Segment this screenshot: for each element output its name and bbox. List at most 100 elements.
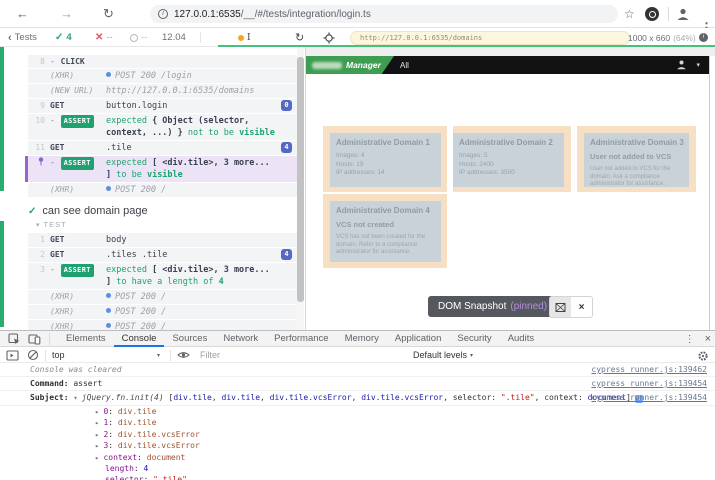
device-toolbar-icon[interactable]: [28, 333, 41, 345]
command-row[interactable]: (XHR)POST 200 /: [28, 183, 297, 197]
tab-network[interactable]: Network: [215, 331, 266, 347]
tab-console[interactable]: Console: [114, 331, 165, 347]
close-icon: ×: [579, 302, 585, 313]
tab-performance[interactable]: Performance: [266, 331, 336, 347]
cypress-reporter: 8- CLICK(XHR)POST 200 /login(NEW URL)htt…: [0, 47, 306, 330]
nav-tab-all[interactable]: All: [400, 61, 409, 70]
back-to-tests-button[interactable]: ‹ Tests: [8, 28, 37, 47]
extension-icon[interactable]: [645, 7, 659, 21]
devtools-menu-kebab-icon[interactable]: ⋮: [685, 334, 695, 345]
command-row[interactable]: 9GETbutton.login0: [28, 99, 297, 113]
assert-chip: ASSERT: [61, 264, 94, 277]
snapshot-unpin-button[interactable]: ×: [571, 297, 592, 317]
frame-context-select[interactable]: top ▾: [52, 350, 164, 360]
collapse-caret-icon: ▾: [36, 221, 40, 229]
profile-avatar-icon[interactable]: [676, 7, 690, 21]
command-method: (XHR): [50, 184, 106, 195]
command-row[interactable]: - ASSERTexpected [ <div.tile>, 3 more...…: [25, 156, 297, 182]
live-expression-eye-icon[interactable]: [177, 350, 190, 360]
preview-top-gap: [306, 47, 715, 56]
command-row[interactable]: (XHR)POST 200 /: [28, 320, 297, 330]
console-sidebar-toggle-icon[interactable]: [6, 350, 19, 361]
console-filter-input[interactable]: [200, 350, 405, 360]
snapshot-highlight-toggle[interactable]: [550, 297, 571, 317]
restart-tests-icon[interactable]: ↻: [295, 31, 304, 44]
bookmark-star-icon[interactable]: ☆: [624, 0, 635, 28]
page-info-icon[interactable]: i: [158, 9, 168, 19]
command-row[interactable]: 10- ASSERTexpected { Object (selector, c…: [28, 114, 297, 140]
command-message: expected [ <div.tile>, 3 more... ] to be…: [106, 157, 297, 181]
inspect-element-icon[interactable]: [8, 333, 20, 345]
command-number: 10: [28, 115, 50, 126]
command-row[interactable]: 2GET.tiles .tile4: [28, 248, 297, 262]
forward-icon[interactable]: →: [60, 0, 73, 28]
reporter-scrollbar-thumb[interactable]: [297, 57, 304, 302]
command-row[interactable]: 8- CLICK: [28, 55, 297, 68]
console-row[interactable]: ▸ 0: div.tile: [0, 406, 715, 418]
console-settings-gear-icon[interactable]: [697, 350, 709, 362]
domain-tile-vcs-error[interactable]: Administrative Domain 3 User not added t…: [584, 133, 689, 187]
tab-audits[interactable]: Audits: [500, 331, 542, 347]
tab-sources[interactable]: Sources: [164, 331, 215, 347]
snapshot-controls: ×: [549, 296, 593, 318]
console-row[interactable]: ▸ context: document: [0, 452, 715, 464]
console-row[interactable]: ▸ 2: div.tile.vcsError: [0, 429, 715, 441]
source-link[interactable]: cypress_runner.js:139462: [591, 365, 707, 374]
domain-tile[interactable]: Administrative Domain 2 Images: 5 Hosts:…: [453, 133, 564, 187]
command-message: POST 200 /: [106, 184, 297, 196]
command-message: POST 200 /: [106, 321, 297, 330]
domain-tile-vcs-error[interactable]: Administrative Domain 4 VCS not created …: [330, 201, 441, 262]
command-row[interactable]: (XHR)POST 200 /: [28, 290, 297, 304]
command-method: (XHR): [50, 321, 106, 330]
tab-elements[interactable]: Elements: [58, 331, 114, 347]
command-row[interactable]: (XHR)POST 200 /: [28, 305, 297, 319]
command-number: 2: [28, 249, 50, 260]
highlight-frame-icon: [555, 302, 566, 313]
user-menu-caret-icon[interactable]: ▾: [696, 61, 700, 69]
hook-group[interactable]: ▾TEST: [36, 220, 297, 229]
console-row[interactable]: Subject: ▾ jQuery.fn.init(4) [div.tile, …: [0, 391, 715, 406]
console-row[interactable]: length: 4: [0, 464, 715, 475]
command-message: button.login0: [106, 100, 297, 112]
aut-url-field[interactable]: http://127.0.0.1:6535/domains: [350, 31, 630, 45]
tab-memory[interactable]: Memory: [337, 331, 387, 347]
address-bar[interactable]: i 127.0.0.1:6535/__/#/tests/integration/…: [150, 5, 618, 23]
command-message: .tiles .tile4: [106, 249, 297, 261]
back-icon[interactable]: ←: [16, 0, 29, 28]
console-row[interactable]: selector: ".tile": [0, 474, 715, 480]
devtools-close-icon[interactable]: ×: [705, 333, 711, 345]
test-duration: 12.04: [162, 28, 186, 47]
command-row[interactable]: 1GETbody: [28, 233, 297, 247]
command-message: POST 200 /: [106, 306, 297, 318]
tab-application[interactable]: Application: [387, 331, 449, 347]
yielded-count-badge: 4: [281, 142, 292, 153]
command-message: POST 200 /login: [106, 70, 297, 82]
test-passed-check-icon: ✓: [28, 206, 36, 217]
tab-security[interactable]: Security: [449, 331, 499, 347]
command-row[interactable]: 11GET.tile4: [28, 141, 297, 155]
user-icon[interactable]: [676, 59, 687, 70]
command-row[interactable]: (XHR)POST 200 /login: [28, 69, 297, 83]
console-row: Console was clearedcypress_runner.js:139…: [0, 363, 715, 377]
brand-logo[interactable]: Manager: [306, 56, 394, 74]
command-row[interactable]: 3- ASSERTexpected [ <div.tile>, 3 more..…: [28, 263, 297, 289]
clear-console-icon[interactable]: [27, 349, 39, 361]
orange-dot-icon: [238, 35, 244, 41]
command-method: (NEW URL): [50, 85, 106, 96]
reload-icon[interactable]: ↻: [103, 0, 114, 28]
console-row[interactable]: ▸ 3: div.tile.vcsError: [0, 441, 715, 453]
source-link[interactable]: cypress_runner.js:139454: [591, 393, 707, 402]
test-title[interactable]: ✓ can see domain page: [28, 205, 297, 217]
command-row[interactable]: (NEW URL)http://127.0.0.1:6535/domains: [28, 84, 297, 98]
xhr-status-dot-icon: [106, 72, 111, 77]
test-title-text: can see domain page: [42, 205, 147, 217]
pin-icon[interactable]: [37, 157, 45, 166]
console-messages: Console was clearedcypress_runner.js:139…: [0, 363, 715, 480]
domain-tile[interactable]: Administrative Domain 1 Images: 4 Hosts:…: [330, 133, 441, 187]
console-row[interactable]: ▸ 1: div.tile: [0, 418, 715, 430]
toolbar-divider: [668, 7, 669, 21]
log-levels-select[interactable]: Default levels ▾: [413, 350, 473, 360]
selector-playground-icon[interactable]: [323, 32, 335, 44]
source-link[interactable]: cypress_runner.js:139454: [591, 379, 707, 388]
viewport-info-icon[interactable]: i: [699, 33, 708, 42]
